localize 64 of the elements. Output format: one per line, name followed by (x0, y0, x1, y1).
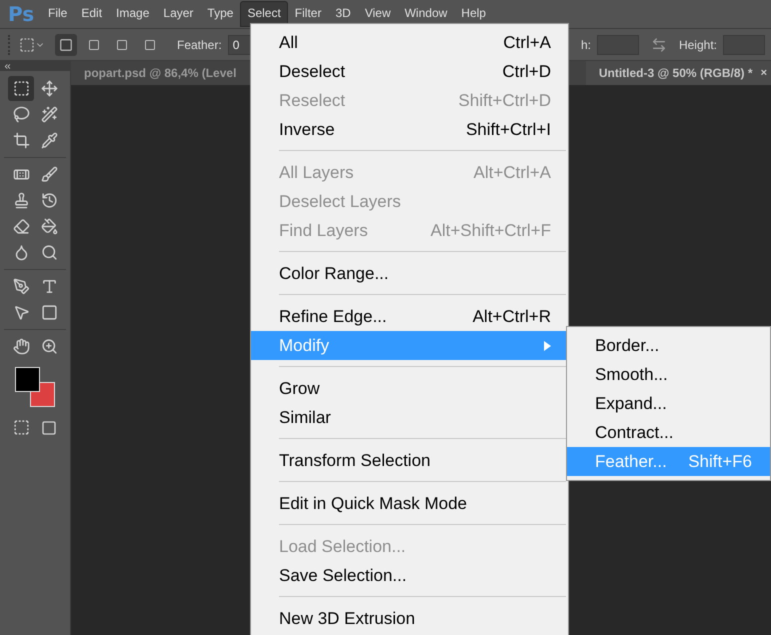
square-icon[interactable] (88, 38, 100, 50)
paint-bucket-icon[interactable] (40, 218, 58, 235)
menu-item[interactable]: Image (109, 1, 156, 27)
menu-option[interactable]: Similar (251, 403, 568, 432)
eyedropper-icon[interactable] (40, 132, 58, 149)
square-icon[interactable] (116, 38, 128, 50)
menu-item[interactable]: 3D (328, 1, 358, 27)
menu-item[interactable]: View (358, 1, 398, 27)
lasso-icon[interactable] (12, 106, 30, 123)
magic-wand-icon[interactable] (40, 106, 58, 123)
menu-option[interactable]: Modify (251, 331, 568, 360)
menu-option[interactable]: Inverse Shift+Ctrl+I (251, 115, 568, 144)
brush-icon[interactable] (40, 166, 58, 183)
menu-item[interactable]: Layer (156, 1, 200, 27)
menu-item[interactable]: Help (454, 1, 493, 27)
menu-option[interactable]: Deselect Ctrl+D (251, 57, 568, 86)
text-tool-icon[interactable] (40, 278, 58, 295)
crop-icon[interactable] (12, 132, 30, 149)
width-field[interactable] (596, 34, 639, 54)
stamp-icon[interactable] (12, 192, 30, 209)
zoom-icon[interactable] (40, 338, 58, 355)
swap-icon[interactable] (650, 36, 667, 52)
menu-option[interactable]: Feather... Shift+F6 (567, 447, 770, 476)
dashed-square-icon[interactable] (12, 80, 30, 97)
dashed-square-icon[interactable] (19, 36, 35, 52)
history-icon[interactable] (40, 192, 58, 209)
menu-option[interactable]: Edit in Quick Mask Mode (251, 489, 568, 518)
move-icon[interactable] (40, 80, 58, 97)
menu-option[interactable]: Transform Selection (251, 446, 568, 475)
rectangle-icon[interactable] (40, 304, 58, 321)
menu-item[interactable]: Filter (288, 1, 328, 27)
screen-mode-icon[interactable] (41, 420, 57, 436)
menu-option[interactable]: Contract... (567, 418, 770, 447)
menu-option[interactable]: Expand... (567, 389, 770, 418)
square-icon (59, 38, 73, 52)
height-label: Height: (678, 38, 717, 52)
menu-option[interactable]: Border... (567, 331, 770, 360)
square-icon[interactable] (144, 38, 156, 50)
submenu-arrow-icon (544, 340, 551, 350)
menu-option[interactable]: Color Range... (251, 259, 568, 288)
color-swatches-icon[interactable] (14, 366, 56, 408)
menu-option[interactable]: Save Selection... (251, 561, 568, 590)
width-label: h: (580, 38, 591, 52)
magnifier-icon[interactable] (40, 244, 58, 261)
hand-icon[interactable] (12, 338, 30, 355)
menu-option[interactable]: Grow (251, 374, 568, 403)
pen-icon[interactable] (12, 278, 30, 295)
menu-item[interactable]: Window (398, 1, 454, 27)
height-field[interactable] (723, 34, 765, 54)
quick-mask-icon[interactable] (12, 419, 30, 436)
menu-option[interactable]: Smooth... (567, 360, 770, 389)
menu-item[interactable]: Type (200, 1, 240, 27)
close-icon[interactable]: × (760, 67, 767, 79)
app-logo: Ps (8, 2, 36, 26)
collapse-icon[interactable] (3, 62, 12, 70)
pointer-icon[interactable] (12, 304, 30, 321)
menu-item[interactable]: Edit (74, 1, 110, 27)
new-selection-button[interactable] (55, 34, 77, 56)
feather-label: Feather: (177, 38, 222, 52)
menu-item[interactable]: File (41, 1, 74, 27)
menu-option[interactable]: New 3D Extrusion (251, 604, 568, 633)
document-tab[interactable]: Untitled-3 @ 50% (RGB/8) * × (586, 61, 771, 85)
eraser-icon[interactable] (12, 218, 30, 235)
menu-option[interactable]: Refine Edge... Alt+Ctrl+R (251, 302, 568, 331)
